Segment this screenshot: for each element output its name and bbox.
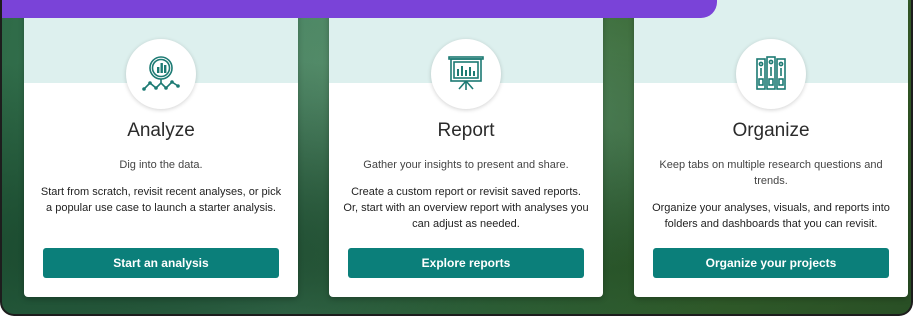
organize-card: Organize Keep tabs on multiple research … bbox=[634, 0, 908, 297]
analyze-icon bbox=[126, 39, 196, 109]
card-description: Organize your analyses, visuals, and rep… bbox=[652, 202, 890, 230]
explore-reports-button[interactable]: Explore reports bbox=[348, 248, 584, 278]
card-title: Analyze bbox=[127, 120, 195, 141]
card-description: Start from scratch, revisit recent analy… bbox=[40, 186, 282, 214]
card-subtitle: Gather your insights to present and shar… bbox=[363, 159, 569, 171]
card-description: Create a custom report or revisit saved … bbox=[343, 186, 589, 230]
organize-icon bbox=[736, 39, 806, 109]
background-panel: Analyze Dig into the data. Start from sc… bbox=[0, 0, 913, 316]
report-icon bbox=[431, 39, 501, 109]
report-card: Report Gather your insights to present a… bbox=[329, 0, 603, 297]
card-title: Report bbox=[437, 120, 495, 141]
card-subtitle: Dig into the data. bbox=[119, 159, 203, 171]
analyze-card: Analyze Dig into the data. Start from sc… bbox=[24, 0, 298, 297]
card-title: Organize bbox=[732, 120, 810, 141]
card-subtitle: Keep tabs on multiple research questions… bbox=[659, 159, 883, 187]
start-analysis-button[interactable]: Start an analysis bbox=[43, 248, 279, 278]
top-accent-bar bbox=[2, 0, 717, 18]
organize-projects-button[interactable]: Organize your projects bbox=[653, 248, 889, 278]
